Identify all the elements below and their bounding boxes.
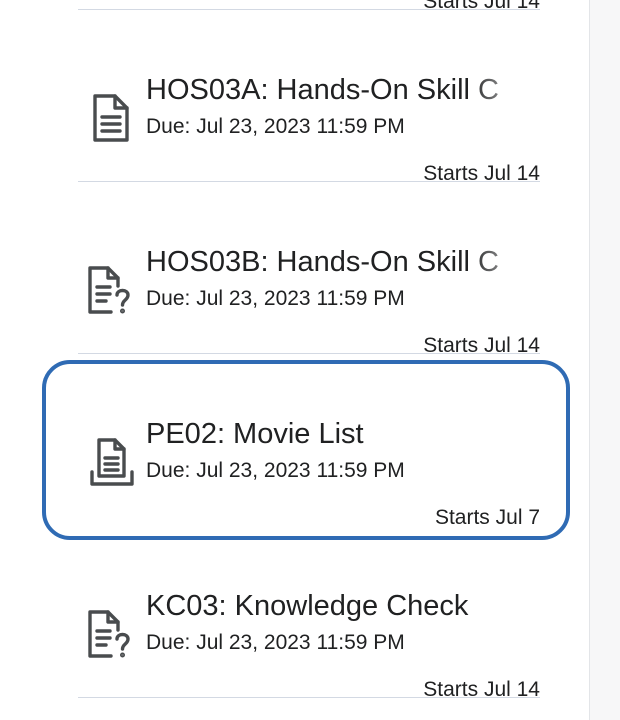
activity-list: Starts Jul 14 HOS03A: Hands-On Skill C D… bbox=[0, 0, 620, 701]
due-date: Due: Jul 23, 2023 11:59 PM bbox=[146, 287, 405, 310]
list-item[interactable]: HOS03B: Hands-On Skill C Due: Jul 23, 20… bbox=[0, 182, 620, 357]
item-title[interactable]: HOS03A: Hands-On Skill C bbox=[146, 72, 540, 108]
submission-icon bbox=[84, 434, 136, 490]
due-date: Due: Jul 23, 2023 11:59 PM bbox=[146, 115, 405, 138]
list-item[interactable]: Starts Jul 14 bbox=[0, 0, 620, 13]
item-title[interactable]: HOS03B: Hands-On Skill C bbox=[146, 244, 540, 280]
item-title[interactable]: KC03: Knowledge Check bbox=[146, 588, 540, 624]
scrollbar-track[interactable] bbox=[589, 0, 620, 720]
quiz-icon bbox=[84, 606, 136, 662]
start-date: Starts Jul 14 bbox=[423, 678, 540, 701]
list-item[interactable]: PE02: Movie List Due: Jul 23, 2023 11:59… bbox=[0, 354, 620, 529]
activity-list-page: Starts Jul 14 HOS03A: Hands-On Skill C D… bbox=[0, 0, 620, 720]
item-title[interactable]: PE02: Movie List bbox=[146, 416, 540, 452]
due-date: Due: Jul 23, 2023 11:59 PM bbox=[146, 459, 405, 482]
list-item[interactable]: HOS03A: Hands-On Skill C Due: Jul 23, 20… bbox=[0, 10, 620, 185]
due-date: Due: Jul 23, 2023 11:59 PM bbox=[146, 631, 405, 654]
list-item[interactable]: KC03: Knowledge Check Due: Jul 23, 2023 … bbox=[0, 526, 620, 701]
quiz-icon bbox=[84, 262, 136, 318]
divider bbox=[78, 697, 540, 698]
assignment-icon bbox=[84, 90, 136, 146]
